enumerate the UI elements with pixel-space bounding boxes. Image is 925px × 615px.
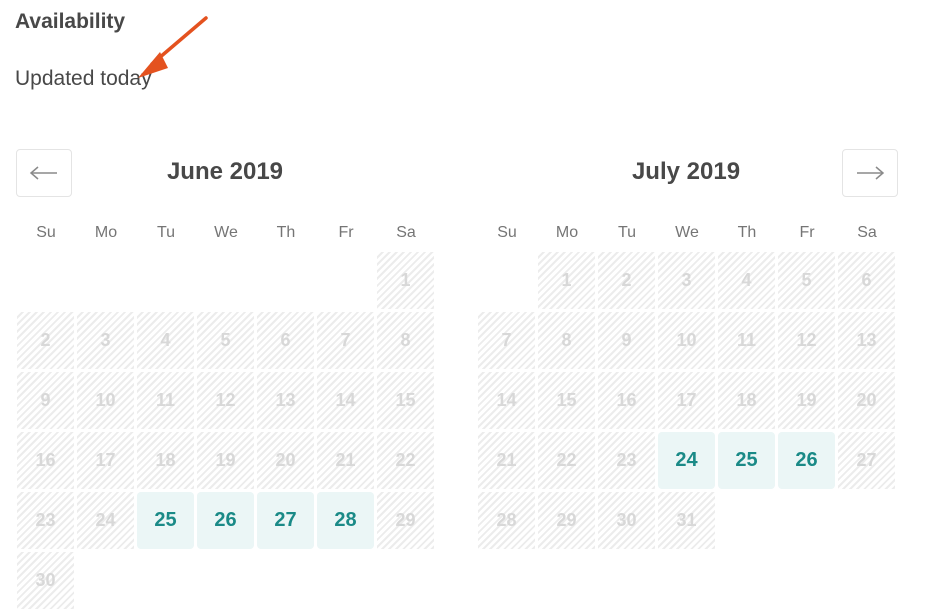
day-cell-blocked: 7	[478, 312, 535, 369]
weekday-label: Sa	[396, 224, 416, 241]
day-cell-blocked: 14	[317, 372, 374, 429]
day-cell-blocked: 22	[538, 432, 595, 489]
day-cell-blocked: 6	[257, 312, 314, 369]
weekday-label: We	[675, 224, 699, 241]
day-cell-blocked: 27	[838, 432, 895, 489]
day-cell-blocked: 31	[658, 492, 715, 549]
weekday-label: Tu	[156, 224, 176, 241]
availability-title: Availability	[15, 10, 126, 33]
day-cell-available[interactable]: 28	[317, 492, 374, 549]
weekday-label: Mo	[555, 224, 579, 241]
day-cell-blocked: 21	[317, 432, 374, 489]
month-title: June 2019	[166, 158, 284, 185]
day-cell-blocked: 10	[77, 372, 134, 429]
weekday-label: Sa	[857, 224, 877, 241]
day-cell-blocked: 7	[317, 312, 374, 369]
day-cell-blocked: 2	[17, 312, 74, 369]
day-cell-blocked: 15	[377, 372, 434, 429]
day-cell-blocked: 9	[598, 312, 655, 369]
annotation-arrow-icon	[138, 16, 208, 78]
day-cell-blocked: 19	[778, 372, 835, 429]
day-cell-blocked: 11	[137, 372, 194, 429]
day-cell-blocked: 11	[718, 312, 775, 369]
weekday-label: Th	[737, 224, 757, 241]
day-cell-blocked: 16	[598, 372, 655, 429]
day-cell-blocked: 12	[778, 312, 835, 369]
day-cell-blocked: 29	[538, 492, 595, 549]
weekday-label: Mo	[94, 224, 118, 241]
weekday-label: Su	[497, 224, 517, 241]
day-cell-blocked: 6	[838, 252, 895, 309]
day-cell-blocked: 30	[598, 492, 655, 549]
day-cell-blocked: 17	[658, 372, 715, 429]
day-cell-blocked: 30	[17, 552, 74, 609]
day-cell-blocked: 29	[377, 492, 434, 549]
day-cell-blocked: 24	[77, 492, 134, 549]
weekday-label: Fr	[338, 224, 354, 241]
day-cell-available[interactable]: 25	[137, 492, 194, 549]
day-cell-blocked: 5	[197, 312, 254, 369]
day-cell-blocked: 13	[257, 372, 314, 429]
day-cell-blocked: 13	[838, 312, 895, 369]
weekday-label: Su	[36, 224, 56, 241]
day-cell-blocked: 8	[377, 312, 434, 369]
day-cell-available[interactable]: 25	[718, 432, 775, 489]
day-cell-blocked: 5	[778, 252, 835, 309]
day-cell-blocked: 8	[538, 312, 595, 369]
weekday-label: Fr	[799, 224, 815, 241]
day-cell-blocked: 3	[658, 252, 715, 309]
day-cell-blocked: 10	[658, 312, 715, 369]
day-cell-blocked: 4	[718, 252, 775, 309]
weekday-label: Th	[276, 224, 296, 241]
day-cell-available[interactable]: 27	[257, 492, 314, 549]
day-cell-blocked: 3	[77, 312, 134, 369]
day-cell-blocked: 20	[257, 432, 314, 489]
day-cell-blocked: 1	[377, 252, 434, 309]
day-cell-blocked: 21	[478, 432, 535, 489]
day-cell-blocked: 16	[17, 432, 74, 489]
month-title: July 2019	[631, 158, 741, 185]
day-cell-blocked: 1	[538, 252, 595, 309]
weekday-label: We	[214, 224, 238, 241]
day-cell-blocked: 12	[197, 372, 254, 429]
day-cell-blocked: 9	[17, 372, 74, 429]
day-cell-blocked: 14	[478, 372, 535, 429]
day-cell-blocked: 18	[137, 432, 194, 489]
day-cell-available[interactable]: 26	[197, 492, 254, 549]
day-cell-blocked: 20	[838, 372, 895, 429]
weekday-label: Tu	[617, 224, 637, 241]
day-cell-blocked: 19	[197, 432, 254, 489]
day-cell-blocked: 15	[538, 372, 595, 429]
day-cell-blocked: 22	[377, 432, 434, 489]
day-cell-blocked: 23	[17, 492, 74, 549]
day-cell-available[interactable]: 26	[778, 432, 835, 489]
day-cell-blocked: 28	[478, 492, 535, 549]
day-cell-blocked: 23	[598, 432, 655, 489]
day-cell-blocked: 2	[598, 252, 655, 309]
day-cell-blocked: 18	[718, 372, 775, 429]
day-cell-blocked: 17	[77, 432, 134, 489]
day-cell-blocked: 4	[137, 312, 194, 369]
day-cell-available[interactable]: 24	[658, 432, 715, 489]
